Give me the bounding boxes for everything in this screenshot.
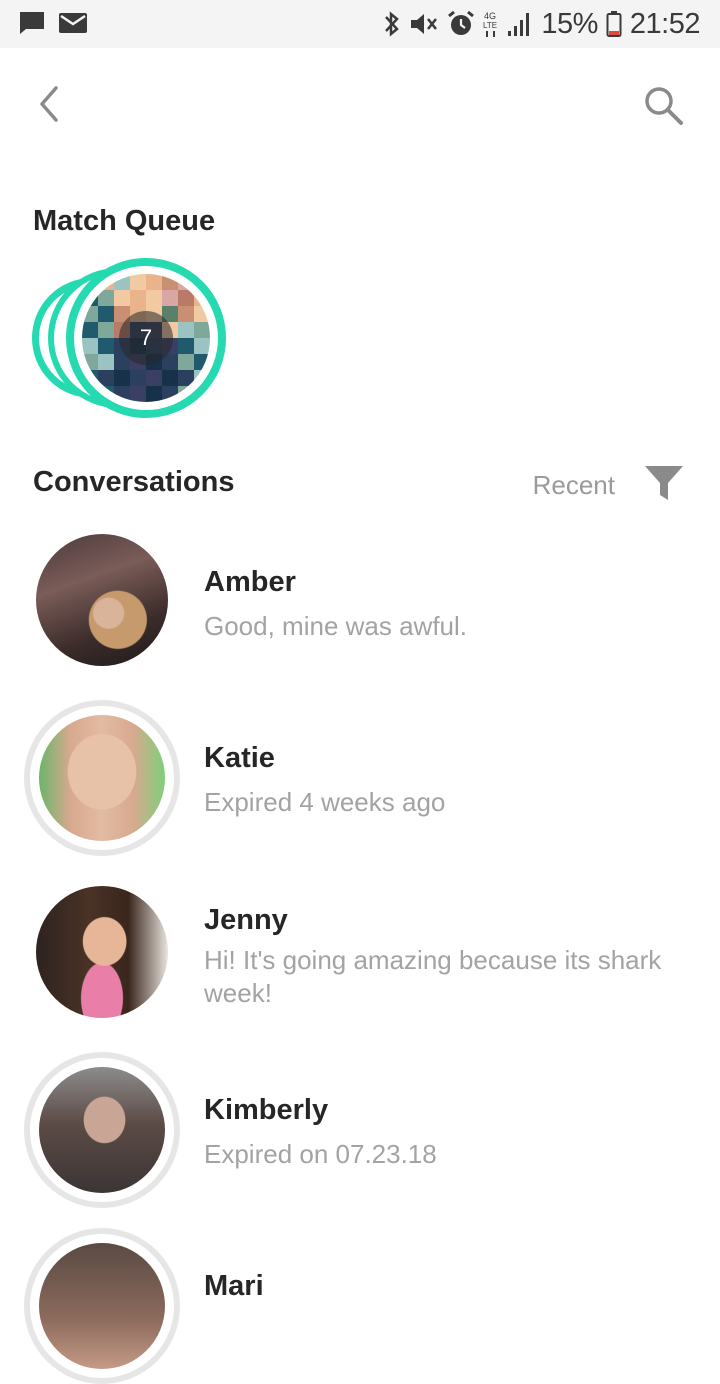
- last-message: Hi! It's going amazing because its shark…: [204, 945, 662, 1008]
- signal-icon: [507, 11, 533, 37]
- filter-button[interactable]: [644, 464, 684, 502]
- last-message: Expired 4 weeks ago: [204, 787, 446, 817]
- photo-pixel: [162, 370, 178, 386]
- mail-icon: [58, 10, 88, 36]
- conversation-item[interactable]: Mari: [0, 1228, 720, 1384]
- avatar-frame-expired: [24, 1228, 180, 1384]
- photo-pixel: [194, 322, 210, 338]
- message-icon: [18, 10, 46, 36]
- svg-text:4G: 4G: [484, 11, 496, 21]
- photo-pixel: [98, 290, 114, 306]
- avatar: [39, 1243, 165, 1369]
- photo-pixel: [146, 370, 162, 386]
- contact-name: Mari: [204, 1270, 264, 1302]
- chevron-left-icon: [40, 86, 58, 122]
- match-queue-title: Match Queue: [33, 205, 216, 237]
- photo-pixel: [82, 322, 98, 338]
- last-message: Expired on 07.23.18: [204, 1139, 437, 1169]
- search-icon: [645, 87, 683, 125]
- photo-pixel: [130, 386, 146, 402]
- contact-name: Jenny: [204, 904, 288, 936]
- photo-pixel: [146, 386, 162, 402]
- conversation-item[interactable]: Kimberly Expired on 07.23.18: [0, 1052, 720, 1208]
- conversation-item[interactable]: Katie Expired 4 weeks ago: [0, 700, 720, 856]
- conversations-title: Conversations: [33, 466, 235, 498]
- photo-pixel: [130, 370, 146, 386]
- battery-percent: 15%: [541, 7, 598, 40]
- photo-pixel: [98, 354, 114, 370]
- conversation-item[interactable]: Amber Good, mine was awful.: [0, 534, 720, 684]
- avatar: [39, 1067, 165, 1193]
- avatar-frame-expired: [24, 1052, 180, 1208]
- photo-pixel: [162, 290, 178, 306]
- photo-pixel: [130, 274, 146, 290]
- svg-text:LTE: LTE: [483, 21, 497, 30]
- conversation-item[interactable]: Jenny Hi! It's going amazing because its…: [0, 886, 720, 1036]
- photo-pixel: [114, 370, 130, 386]
- photo-pixel: [194, 338, 210, 354]
- photo-pixel: [130, 290, 146, 306]
- avatar-frame: [24, 874, 180, 1030]
- photo-pixel: [178, 322, 194, 338]
- last-message: Good, mine was awful.: [204, 611, 468, 641]
- contact-name: Katie: [204, 742, 275, 774]
- photo-pixel: [114, 290, 130, 306]
- avatar-frame: [24, 522, 180, 678]
- bluetooth-icon: [383, 10, 401, 38]
- queue-count-badge: 7: [119, 311, 173, 365]
- photo-pixel: [178, 338, 194, 354]
- clock: 21:52: [629, 7, 701, 40]
- photo-pixel: [98, 322, 114, 338]
- contact-name: Kimberly: [204, 1094, 329, 1126]
- status-bar: 4G LTE 15% 21:52: [0, 0, 720, 48]
- filter-icon: [645, 466, 683, 500]
- photo-pixel: [82, 338, 98, 354]
- photo-pixel: [178, 306, 194, 322]
- photo-pixel: [98, 338, 114, 354]
- back-button[interactable]: [30, 84, 70, 124]
- search-button[interactable]: [642, 84, 686, 128]
- sort-selector[interactable]: Recent: [533, 470, 615, 501]
- photo-pixel: [178, 354, 194, 370]
- photo-pixel: [178, 290, 194, 306]
- match-queue-stack[interactable]: 7: [30, 258, 230, 422]
- alarm-icon: [447, 10, 475, 38]
- avatar: [36, 534, 168, 666]
- contact-name: Amber: [204, 566, 296, 598]
- battery-icon: [606, 10, 622, 38]
- vibrate-icon: [409, 10, 439, 38]
- avatar: [39, 715, 165, 841]
- photo-pixel: [146, 290, 162, 306]
- photo-pixel: [146, 274, 162, 290]
- photo-pixel: [98, 306, 114, 322]
- photo-pixel: [98, 370, 114, 386]
- avatar-frame-expired: [24, 700, 180, 856]
- network-icon: 4G LTE: [483, 9, 499, 39]
- avatar: [36, 886, 168, 1018]
